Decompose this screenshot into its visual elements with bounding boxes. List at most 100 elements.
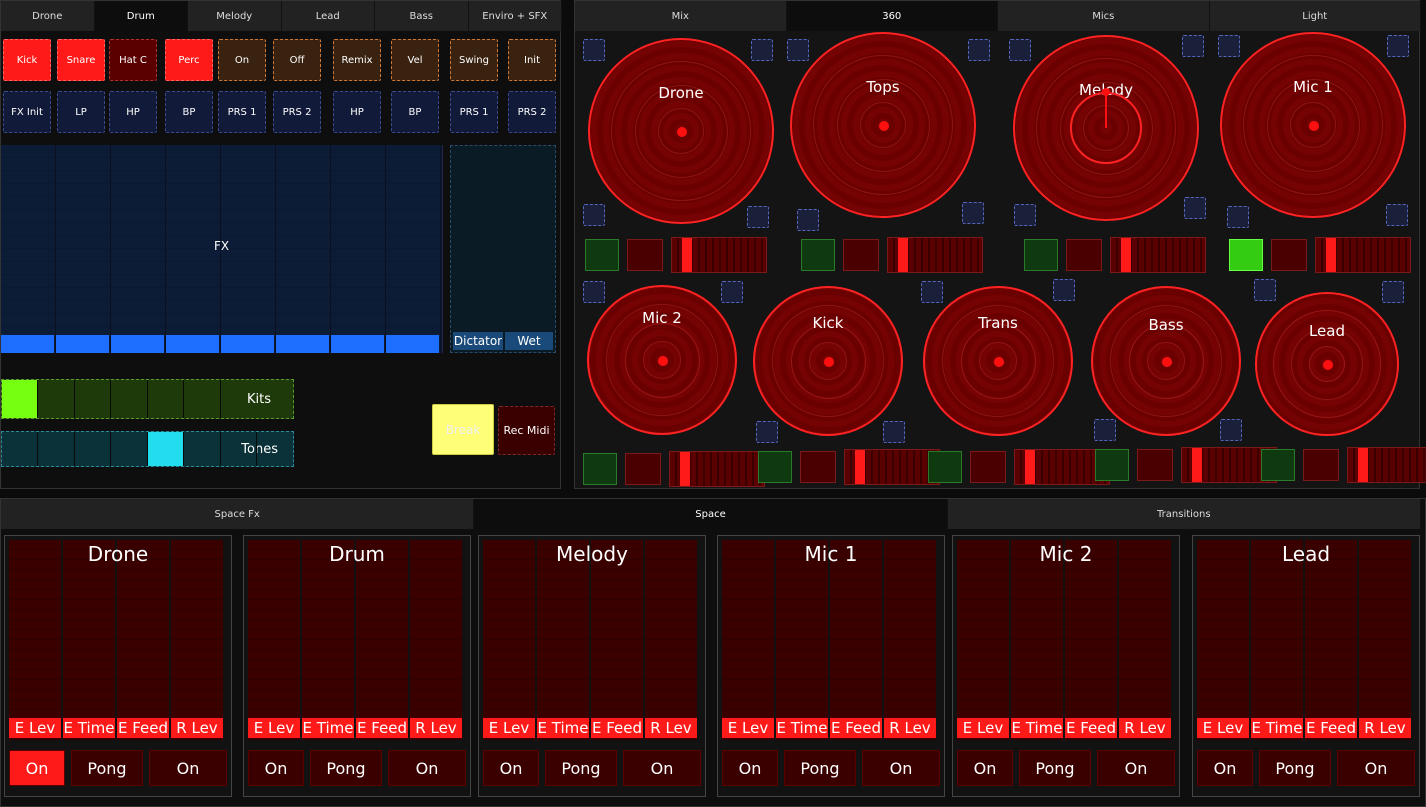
level-fader[interactable] — [669, 451, 765, 487]
tone-cell-1[interactable] — [39, 432, 75, 466]
pong-button[interactable]: Pong — [310, 750, 382, 786]
level-fader[interactable] — [887, 237, 983, 273]
circle-lead[interactable]: Lead — [1255, 292, 1399, 436]
level-fader[interactable] — [1347, 447, 1426, 483]
corner-handle[interactable] — [797, 209, 819, 231]
rec-midi-button[interactable]: Rec Midi — [498, 406, 555, 455]
corner-handle[interactable] — [721, 281, 743, 303]
trigger-button-3[interactable]: Perc — [165, 39, 213, 81]
reverb-on-button[interactable]: On — [623, 750, 701, 786]
space-fader-2[interactable] — [830, 540, 883, 740]
circle-kick[interactable]: Kick — [753, 286, 903, 436]
bottom-tab-0[interactable]: Space Fx — [1, 499, 475, 529]
space-fader-1[interactable] — [537, 540, 590, 740]
left-tab-5[interactable]: Enviro + SFX — [468, 1, 562, 31]
circle-mic-2[interactable]: Mic 2 — [587, 285, 737, 435]
solo-toggle[interactable] — [970, 451, 1006, 483]
kit-cell-1[interactable] — [39, 380, 75, 418]
mute-toggle[interactable] — [1095, 449, 1129, 481]
corner-handle[interactable] — [1053, 279, 1075, 301]
space-fader-2[interactable] — [1305, 540, 1358, 740]
space-fader-3[interactable] — [1119, 540, 1172, 740]
bottom-tab-2[interactable]: Transitions — [947, 499, 1421, 529]
corner-handle[interactable] — [883, 421, 905, 443]
kit-cell-5[interactable] — [185, 380, 221, 418]
corner-handle[interactable] — [1218, 35, 1240, 57]
space-fader-1[interactable] — [63, 540, 116, 740]
corner-handle[interactable] — [1227, 206, 1249, 228]
circle-bass[interactable]: Bass — [1091, 286, 1241, 436]
tones-selector[interactable]: Tones — [1, 431, 294, 467]
mute-toggle[interactable] — [801, 239, 835, 271]
corner-handle[interactable] — [1182, 35, 1204, 57]
echo-on-button[interactable]: On — [248, 750, 304, 786]
right-tab-1[interactable]: 360 — [786, 1, 998, 31]
mute-toggle[interactable] — [585, 239, 619, 271]
left-tab-3[interactable]: Lead — [281, 1, 375, 31]
left-tab-0[interactable]: Drone — [1, 1, 95, 31]
left-tab-2[interactable]: Melody — [188, 1, 282, 31]
mute-toggle[interactable] — [1261, 449, 1295, 481]
reverb-on-button[interactable]: On — [1097, 750, 1175, 786]
kit-cell-3[interactable] — [112, 380, 148, 418]
space-fader-2[interactable] — [356, 540, 409, 740]
level-fader[interactable] — [1110, 237, 1206, 273]
corner-handle[interactable] — [787, 39, 809, 61]
corner-handle[interactable] — [921, 281, 943, 303]
right-tab-2[interactable]: Mics — [998, 1, 1210, 31]
pong-button[interactable]: Pong — [71, 750, 143, 786]
space-fader-0[interactable] — [722, 540, 775, 740]
fx-preset-button-0[interactable]: FX Init — [3, 91, 51, 133]
kit-cell-4[interactable] — [148, 380, 184, 418]
corner-handle[interactable] — [1254, 279, 1276, 301]
solo-toggle[interactable] — [843, 239, 879, 271]
trigger-button-2[interactable]: Hat C — [109, 39, 157, 81]
tone-cell-4[interactable] — [148, 432, 184, 466]
solo-toggle[interactable] — [1303, 449, 1339, 481]
tone-cell-5[interactable] — [185, 432, 221, 466]
reverb-on-button[interactable]: On — [149, 750, 227, 786]
corner-handle[interactable] — [751, 39, 773, 61]
space-fader-3[interactable] — [171, 540, 224, 740]
right-tab-3[interactable]: Light — [1209, 1, 1421, 31]
fx-preset-button-8[interactable]: PRS 1 — [450, 91, 498, 133]
space-fader-1[interactable] — [1011, 540, 1064, 740]
space-fader-0[interactable] — [957, 540, 1010, 740]
reverb-on-button[interactable]: On — [1337, 750, 1415, 786]
dictator-fader[interactable]: Dictator — [453, 332, 503, 350]
space-fader-1[interactable] — [1251, 540, 1304, 740]
echo-on-button[interactable]: On — [957, 750, 1013, 786]
space-fader-0[interactable] — [483, 540, 536, 740]
corner-handle[interactable] — [1382, 281, 1404, 303]
corner-handle[interactable] — [968, 39, 990, 61]
trigger-button-6[interactable]: Remix — [333, 39, 381, 81]
tone-cell-0[interactable] — [2, 432, 38, 466]
mute-toggle[interactable] — [1024, 239, 1058, 271]
trigger-button-4[interactable]: On — [218, 39, 266, 81]
position-dot[interactable] — [994, 357, 1004, 367]
solo-toggle[interactable] — [1137, 449, 1173, 481]
space-fader-1[interactable] — [302, 540, 355, 740]
wet-fader[interactable]: Wet — [505, 332, 553, 350]
pong-button[interactable]: Pong — [1259, 750, 1331, 786]
tone-cell-2[interactable] — [75, 432, 111, 466]
mute-toggle[interactable] — [928, 451, 962, 483]
break-button[interactable]: Break — [432, 404, 494, 455]
pong-button[interactable]: Pong — [784, 750, 856, 786]
kits-selector[interactable]: Kits — [1, 379, 294, 419]
corner-handle[interactable] — [962, 202, 984, 224]
space-fader-3[interactable] — [884, 540, 937, 740]
fx-fader-bank[interactable]: FX — [1, 145, 443, 353]
trigger-button-7[interactable]: Vel — [391, 39, 439, 81]
bottom-tab-1[interactable]: Space — [474, 499, 948, 529]
echo-on-button[interactable]: On — [1197, 750, 1253, 786]
corner-handle[interactable] — [1387, 35, 1409, 57]
space-fader-2[interactable] — [117, 540, 170, 740]
dictator-wet-area[interactable]: Dictator Wet — [450, 145, 556, 353]
fx-preset-button-1[interactable]: LP — [57, 91, 105, 133]
solo-toggle[interactable] — [625, 453, 661, 485]
corner-handle[interactable] — [756, 421, 778, 443]
left-tab-1[interactable]: Drum — [94, 1, 188, 31]
fx-preset-button-7[interactable]: BP — [391, 91, 439, 133]
echo-on-button[interactable]: On — [722, 750, 778, 786]
